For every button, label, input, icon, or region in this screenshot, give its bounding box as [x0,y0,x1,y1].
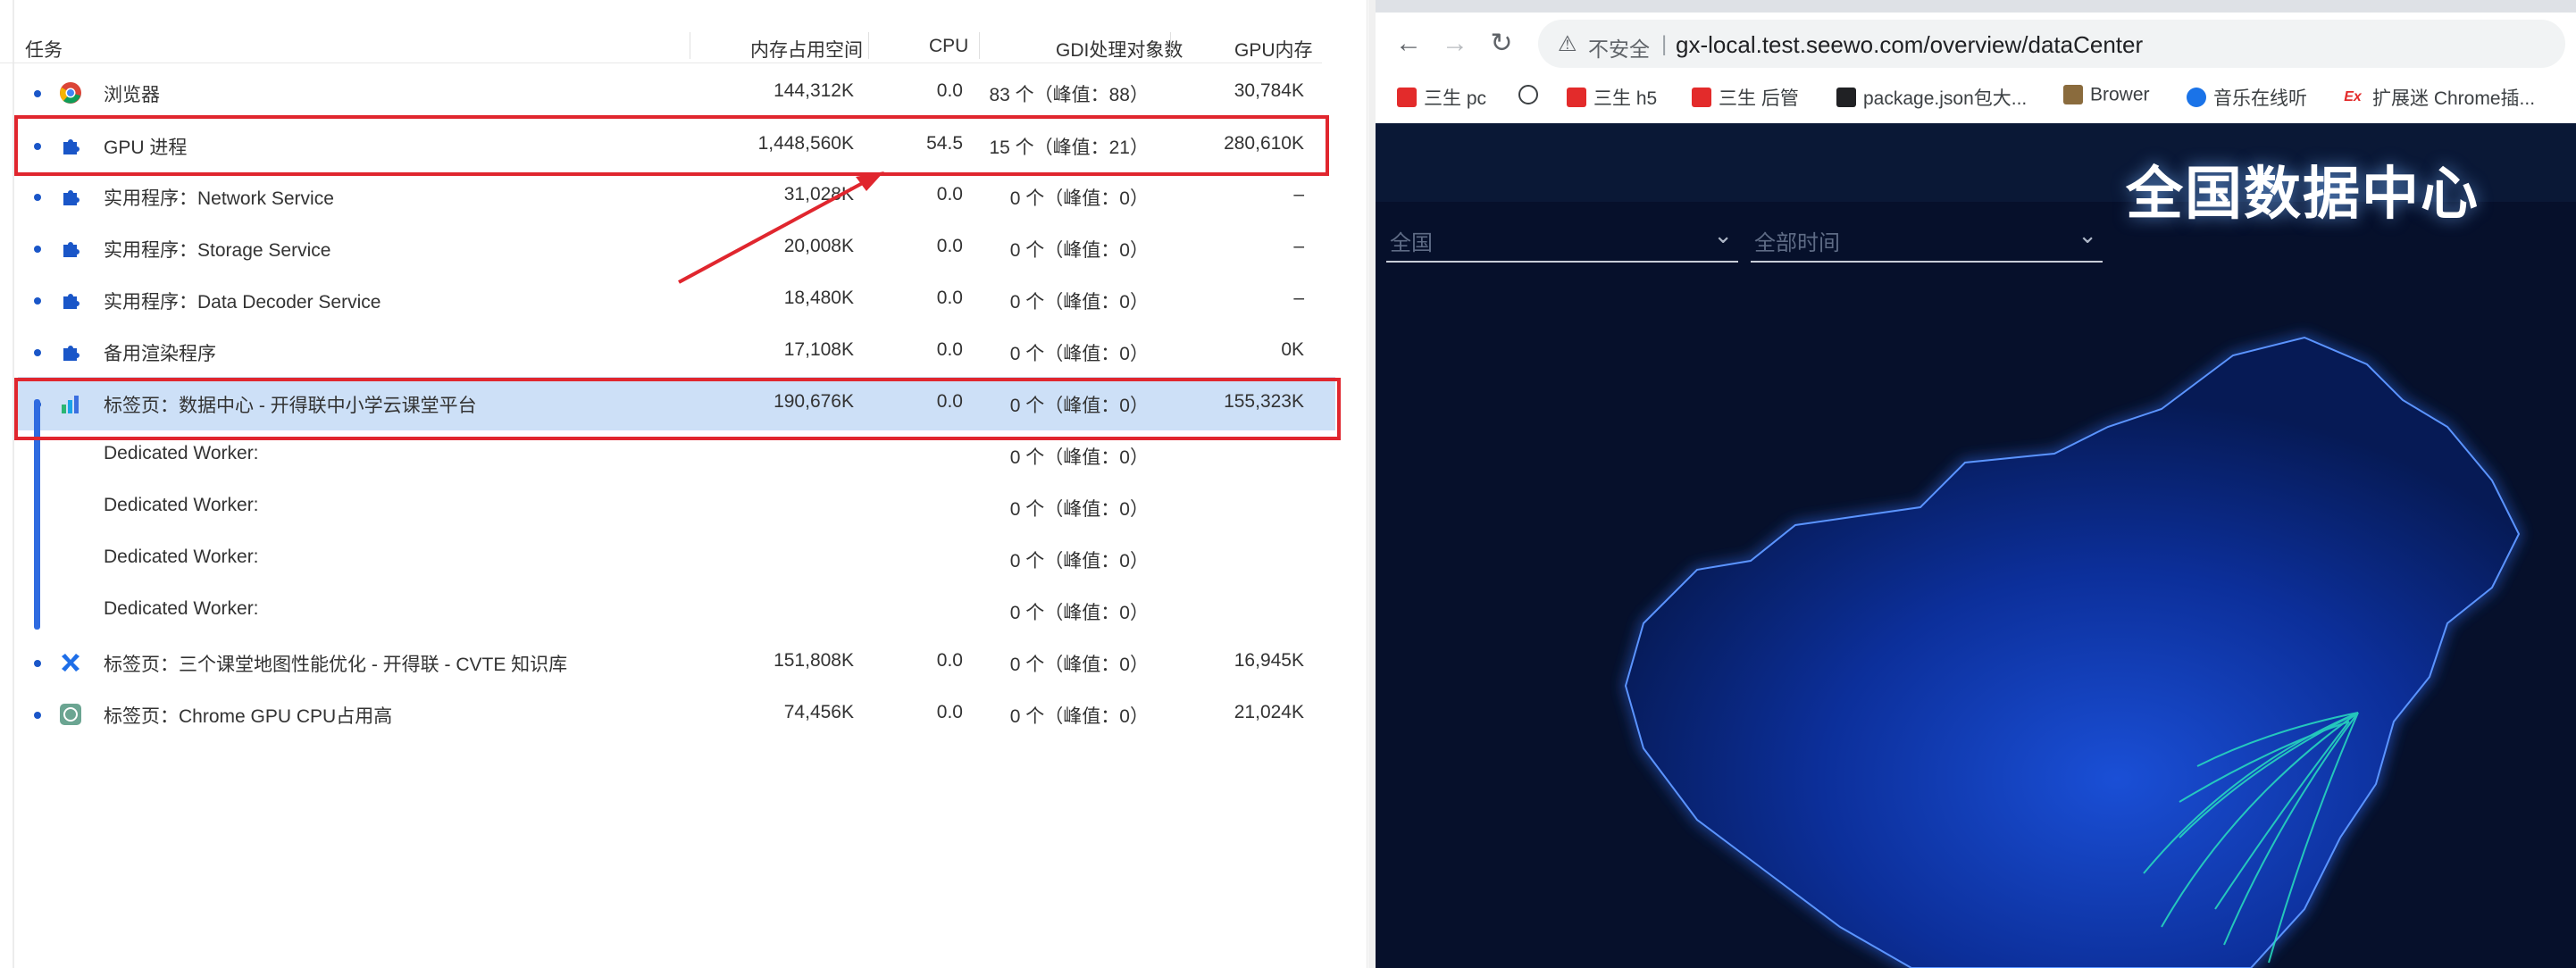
region-select[interactable]: 全国 ⌄ [1386,213,1738,263]
bookmark-item[interactable]: 三生 pc [1397,84,1486,114]
bookmark-globe-item[interactable] [1518,84,1545,114]
bookmark-item[interactable]: Brower [2063,84,2150,114]
task-manager-window: 任务 内存占用空间 CPU GDI处理对象数 GPU内存 浏览器 144,312K… [0,0,1367,968]
map-shape [1624,336,2521,968]
address-bar[interactable]: ⚠ 不安全 | gx-local.test.seewo.com/overview… [1538,20,2565,68]
time-select[interactable]: 全部时间 ⌄ [1751,213,2103,263]
folder-icon [2063,85,2083,105]
reload-button[interactable]: ↻ [1486,29,1517,59]
separator: | [1661,32,1668,56]
toolbar: ← → ↻ ⚠ 不安全 | gx-local.test.seewo.com/ov… [1376,13,2576,77]
warning-icon[interactable]: ⚠ [1558,31,1577,57]
music-icon [2187,88,2206,107]
annotation-arrow [678,171,884,284]
bookmark-icon [1397,88,1417,107]
tab-strip[interactable] [1376,0,2576,13]
bookmark-item[interactable]: Ex 扩展迷 Chrome插... [2340,84,2535,114]
page-title: 全国数据中心 [2126,162,2480,226]
bookmark-item[interactable]: 三生 h5 [1567,84,1657,114]
bookmark-icon [1692,88,1711,107]
forward-button[interactable]: → [1440,29,1470,59]
back-button[interactable]: ← [1393,29,1424,59]
bookmark-icon [1567,88,1586,107]
browser-window: ← → ↻ ⚠ 不安全 | gx-local.test.seewo.com/ov… [1368,0,2576,968]
cube-icon [1836,88,1856,107]
arrow-head [856,171,884,191]
chevron-down-icon: ⌄ [2078,221,2097,248]
bookmark-item[interactable]: 三生 后管 [1692,84,1799,114]
globe-icon [1518,85,1538,105]
url-text[interactable]: gx-local.test.seewo.com/overview/dataCen… [1676,31,2143,59]
security-label[interactable]: 不安全 [1588,32,1650,63]
extension-icon: Ex [2340,88,2365,107]
bookmarks-bar: 三生 pc 三生 h5 三生 后管 package.json包大... Brow… [1376,77,2576,124]
web-page: 全国数据中心 全国 ⌄ 全部时间 ⌄ [1376,123,2576,968]
bookmark-item[interactable]: 音乐在线听 [2187,84,2307,114]
china-map[interactable] [1376,302,2576,968]
bookmark-item[interactable]: package.json包大... [1836,84,2027,114]
arrow-line [678,177,872,284]
chevron-down-icon: ⌄ [1713,221,1733,248]
